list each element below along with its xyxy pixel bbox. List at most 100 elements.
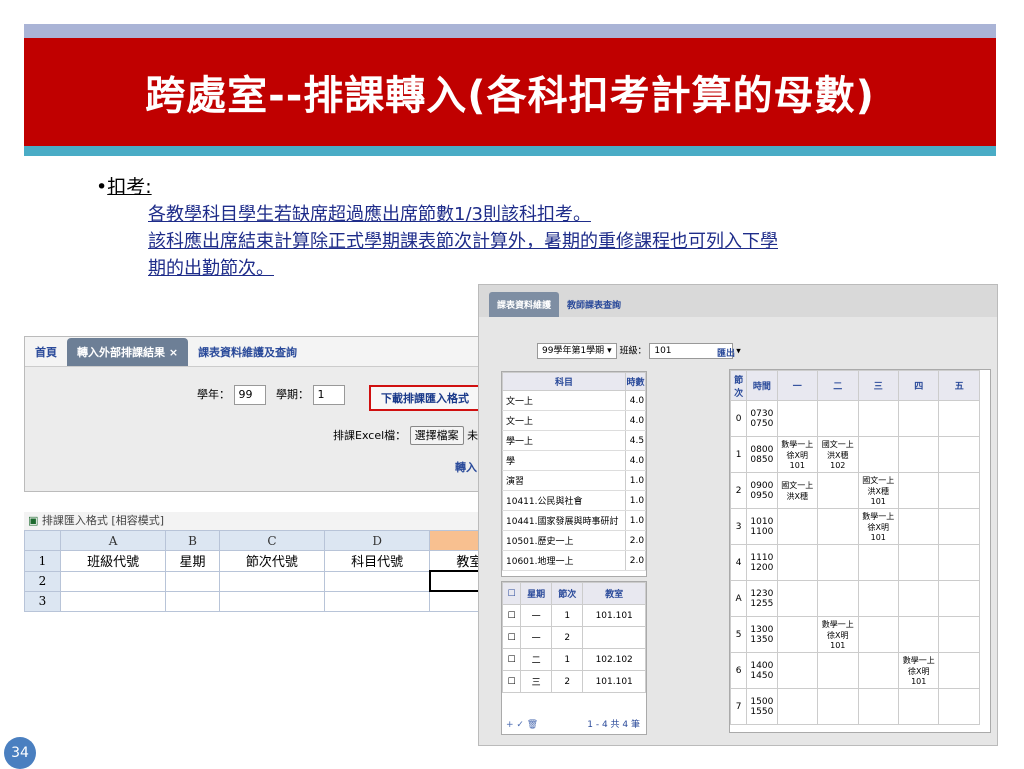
tab-teacher-timetable[interactable]: 教師課表查詢 xyxy=(559,292,629,317)
row-checkbox[interactable]: ☐ xyxy=(502,604,521,627)
row-header[interactable]: 2 xyxy=(24,570,61,592)
subject-name[interactable]: 10601.地理一上 xyxy=(502,550,626,571)
course-cell[interactable] xyxy=(817,580,859,617)
course-cell[interactable] xyxy=(776,688,819,725)
course-cell[interactable] xyxy=(817,400,859,437)
tab-schedule-maintain[interactable]: 課表資料維護及查詢 xyxy=(188,338,307,366)
course-cell[interactable] xyxy=(857,544,900,581)
course-cell[interactable] xyxy=(857,400,900,437)
course-cell[interactable]: 國文一上 洪X穗 101 xyxy=(857,472,900,509)
tab-timetable-maintain[interactable]: 課表資料維護 xyxy=(489,292,560,317)
rule-line-1[interactable]: 各教學科目學生若缺席超過應出席節數1/3則該科扣考。 xyxy=(148,200,591,226)
course-cell[interactable] xyxy=(938,580,980,617)
subject-name[interactable]: 文一上 xyxy=(502,390,626,411)
course-cell[interactable] xyxy=(776,400,819,437)
excel-cell[interactable] xyxy=(324,570,431,592)
col-header[interactable]: A xyxy=(59,530,167,551)
subject-name[interactable]: 學一上 xyxy=(502,430,626,451)
col-header[interactable]: D xyxy=(324,530,431,551)
detail-room[interactable]: 101.101 xyxy=(582,670,646,693)
course-cell[interactable] xyxy=(857,652,900,689)
course-cell[interactable] xyxy=(897,508,940,545)
excel-cell[interactable] xyxy=(165,570,220,592)
course-cell[interactable] xyxy=(938,688,980,725)
detail-room[interactable]: 101.101 xyxy=(582,604,646,627)
row-header[interactable]: 3 xyxy=(24,590,61,612)
course-cell[interactable] xyxy=(776,652,819,689)
course-cell[interactable] xyxy=(817,652,859,689)
export-button[interactable]: 匯出 xyxy=(717,346,735,359)
course-cell[interactable] xyxy=(817,472,859,509)
course-cell[interactable] xyxy=(938,544,980,581)
col-header[interactable]: C xyxy=(218,530,326,551)
course-cell[interactable] xyxy=(857,688,900,725)
term-select[interactable]: 99學年第1學期 ▾ xyxy=(537,343,617,359)
course-cell[interactable] xyxy=(897,472,940,509)
course-cell[interactable] xyxy=(938,652,980,689)
import-button[interactable]: 轉入 xyxy=(455,459,477,475)
course-cell[interactable] xyxy=(817,508,859,545)
row-checkbox[interactable]: ☐ xyxy=(502,670,521,693)
course-cell[interactable] xyxy=(817,688,859,725)
course-cell[interactable] xyxy=(776,508,819,545)
subject-name[interactable]: 10411.公民與社會 xyxy=(502,490,626,511)
course-cell[interactable] xyxy=(857,616,900,653)
detail-room[interactable] xyxy=(582,626,646,649)
course-cell[interactable]: 數學一上 徐X明 101 xyxy=(817,616,859,653)
download-format-button[interactable]: 下載排課匯入格式 xyxy=(369,385,481,411)
subject-name[interactable]: 演習 xyxy=(502,470,626,491)
excel-cell[interactable] xyxy=(218,590,326,612)
subject-name[interactable]: 學 xyxy=(502,450,626,471)
course-cell[interactable] xyxy=(817,544,859,581)
row-checkbox[interactable]: ☐ xyxy=(502,648,521,671)
course-cell[interactable] xyxy=(897,688,940,725)
row-checkbox[interactable]: ☐ xyxy=(502,626,521,649)
course-cell[interactable]: 數學一上 徐X明 101 xyxy=(857,508,900,545)
course-cell[interactable]: 國文一上 洪X穗 xyxy=(776,472,819,509)
grid-toolbar-icons[interactable]: + ✓ 🗑 xyxy=(506,720,538,730)
course-cell[interactable] xyxy=(857,580,900,617)
course-cell[interactable] xyxy=(857,436,900,473)
row-header[interactable]: 1 xyxy=(24,550,61,572)
course-cell[interactable] xyxy=(776,616,819,653)
excel-cell[interactable] xyxy=(165,590,220,612)
close-icon[interactable]: × xyxy=(169,346,178,359)
col-header[interactable]: B xyxy=(165,530,220,551)
rule-line-2[interactable]: 該科應出席結束計算除正式學期課表節次計算外，暑期的重修課程也可列入下學 xyxy=(148,227,778,253)
course-cell[interactable] xyxy=(938,508,980,545)
course-cell[interactable] xyxy=(938,616,980,653)
corner-cell[interactable] xyxy=(24,530,61,551)
course-cell[interactable] xyxy=(897,436,940,473)
tab-home[interactable]: 首頁 xyxy=(25,338,67,366)
course-cell[interactable]: 數學一上 徐X明 101 xyxy=(776,436,819,473)
term-input[interactable]: 1 xyxy=(312,385,345,405)
course-cell[interactable] xyxy=(938,472,980,509)
course-cell[interactable] xyxy=(897,400,940,437)
course-cell[interactable]: 數學一上 徐X明 101 xyxy=(897,652,940,689)
choose-file-button[interactable]: 選擇檔案 xyxy=(409,426,464,445)
subject-name[interactable]: 文一上 xyxy=(502,410,626,431)
excel-cell[interactable] xyxy=(324,590,431,612)
course-cell[interactable] xyxy=(776,544,819,581)
excel-cell[interactable]: 節次代號 xyxy=(218,550,326,572)
excel-cell[interactable]: 科目代號 xyxy=(324,550,431,572)
course-cell[interactable]: 國文一上 洪X穗 102 xyxy=(817,436,859,473)
subject-name[interactable]: 10441.國家發展與時事研討 xyxy=(502,510,626,531)
excel-cell[interactable]: 星期 xyxy=(165,550,220,572)
year-input[interactable]: 99 xyxy=(233,385,266,405)
course-cell[interactable] xyxy=(897,544,940,581)
excel-cell[interactable] xyxy=(218,570,326,592)
detail-room[interactable]: 102.102 xyxy=(582,648,646,671)
rule-line-3[interactable]: 期的出勤節次。 xyxy=(148,254,274,280)
subject-name[interactable]: 10501.歷史一上 xyxy=(502,530,626,551)
excel-cell[interactable] xyxy=(59,570,167,592)
tab-import[interactable]: 轉入外部排課結果 × xyxy=(67,338,189,366)
course-cell[interactable] xyxy=(897,616,940,653)
checkbox-header[interactable]: ☐ xyxy=(502,582,521,605)
course-cell[interactable] xyxy=(938,400,980,437)
excel-cell[interactable] xyxy=(59,590,167,612)
course-cell[interactable] xyxy=(938,436,980,473)
course-cell[interactable] xyxy=(776,580,819,617)
course-cell[interactable] xyxy=(897,580,940,617)
excel-cell[interactable]: 班級代號 xyxy=(59,550,167,572)
